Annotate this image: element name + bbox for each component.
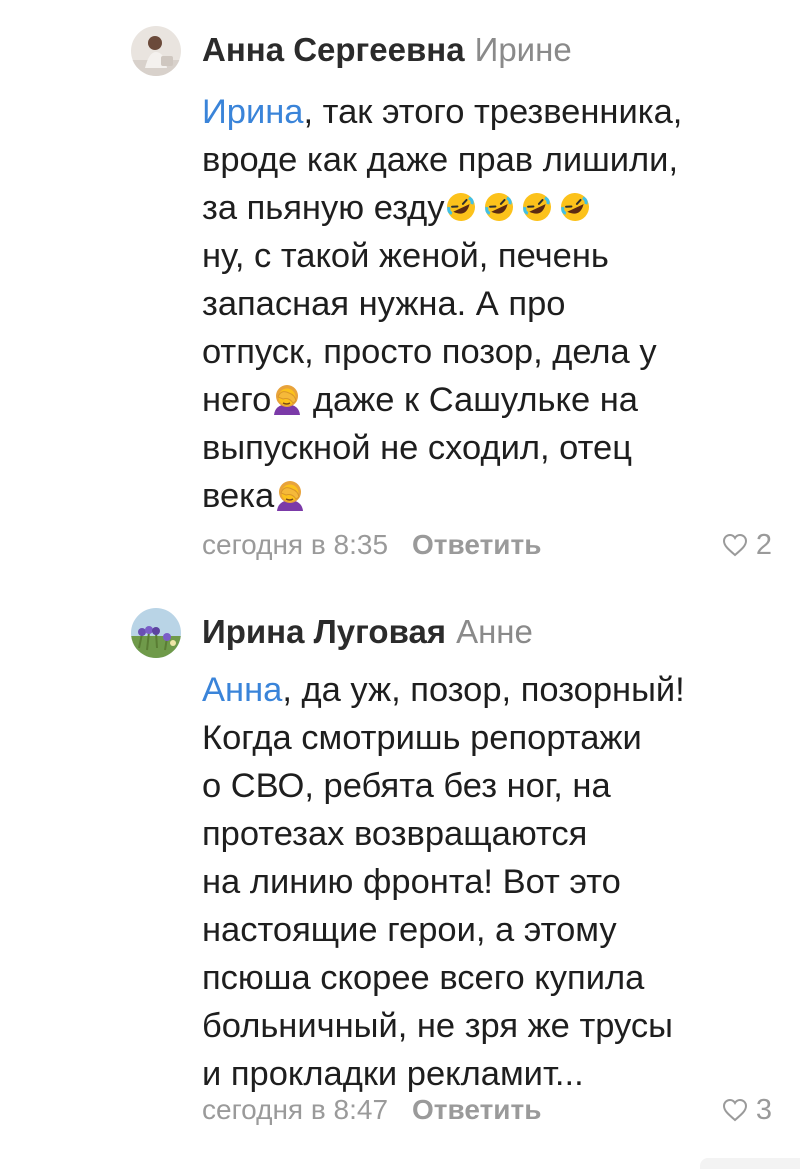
comment-line: о СВО, ребята без ног, на bbox=[202, 767, 611, 805]
reply-to-name[interactable]: Ирине bbox=[475, 31, 572, 68]
reply-button[interactable]: Ответить bbox=[412, 1090, 541, 1130]
comment-line: него даже к Сашульке на bbox=[202, 381, 638, 419]
comment-line: запасная нужна. А про bbox=[202, 285, 566, 323]
facepalm-emoji-icon bbox=[274, 479, 306, 511]
rolling-on-floor-laughing-emoji-icon bbox=[483, 191, 515, 223]
comment-footer: сегодня в 8:35 Ответить 2 bbox=[202, 525, 772, 565]
comment-line: Анна, да уж, позор, позорный! bbox=[202, 671, 685, 709]
heart-icon bbox=[720, 1095, 750, 1125]
author-name[interactable]: Ирина Луговая bbox=[202, 613, 446, 650]
comment-line: ну, с такой женой, печень bbox=[202, 237, 609, 275]
comment-line: Ирина, так этого трезвенника, bbox=[202, 93, 683, 131]
timestamp: сегодня в 8:35 bbox=[202, 529, 389, 560]
comment-line: вроде как даже прав лишили, bbox=[202, 141, 679, 179]
like-button[interactable]: 2 bbox=[720, 525, 772, 565]
comment-footer: сегодня в 8:47 Ответить 3 bbox=[202, 1090, 772, 1130]
comment-line: настоящие герои, а этому bbox=[202, 911, 617, 949]
comment-line: за пьяную езду bbox=[202, 184, 792, 232]
comment-line: больничный, не зря же трусы bbox=[202, 1007, 673, 1045]
comment-line: на линию фронта! Вот это bbox=[202, 863, 621, 901]
comment-line: протезах возвращаются bbox=[202, 815, 588, 853]
mention-link[interactable]: Анна bbox=[202, 671, 282, 709]
comment-line: Когда смотришь репортажи bbox=[202, 719, 642, 757]
comment-text: Анна, да уж, позор, позорный! Когда смот… bbox=[202, 666, 792, 1098]
rolling-on-floor-laughing-emoji-icon bbox=[445, 191, 477, 223]
like-count: 2 bbox=[755, 529, 772, 561]
comment-line: выпускной не сходил, отец bbox=[202, 429, 632, 467]
like-button[interactable]: 3 bbox=[720, 1090, 772, 1130]
rolling-on-floor-laughing-emoji-icon bbox=[559, 191, 591, 223]
reply-to-name[interactable]: Анне bbox=[456, 613, 533, 650]
reply-button[interactable]: Ответить bbox=[412, 525, 541, 565]
comment-header: Ирина Луговая Анне bbox=[202, 610, 533, 654]
rolling-on-floor-laughing-emoji-icon bbox=[521, 191, 553, 223]
heart-icon bbox=[720, 530, 750, 560]
comment-line: псюша скорее всего купила bbox=[202, 959, 645, 997]
facepalm-emoji-icon bbox=[271, 383, 303, 415]
mention-link[interactable]: Ирина bbox=[202, 93, 304, 131]
avatar[interactable] bbox=[131, 26, 181, 76]
author-name[interactable]: Анна Сергеевна bbox=[202, 31, 465, 68]
like-count: 3 bbox=[755, 1094, 772, 1126]
comment-header: Анна Сергеевна Ирине bbox=[202, 28, 572, 72]
comment-line: века bbox=[202, 472, 792, 520]
avatar[interactable] bbox=[131, 608, 181, 658]
person-photo-avatar-icon bbox=[131, 26, 181, 76]
flowers-landscape-avatar-icon bbox=[131, 608, 181, 658]
timestamp: сегодня в 8:47 bbox=[202, 1094, 389, 1125]
comment-text: Ирина, так этого трезвенника, вроде как … bbox=[202, 88, 792, 520]
scroll-edge bbox=[700, 1158, 800, 1169]
comment-line: отпуск, просто позор, дела у bbox=[202, 333, 657, 371]
